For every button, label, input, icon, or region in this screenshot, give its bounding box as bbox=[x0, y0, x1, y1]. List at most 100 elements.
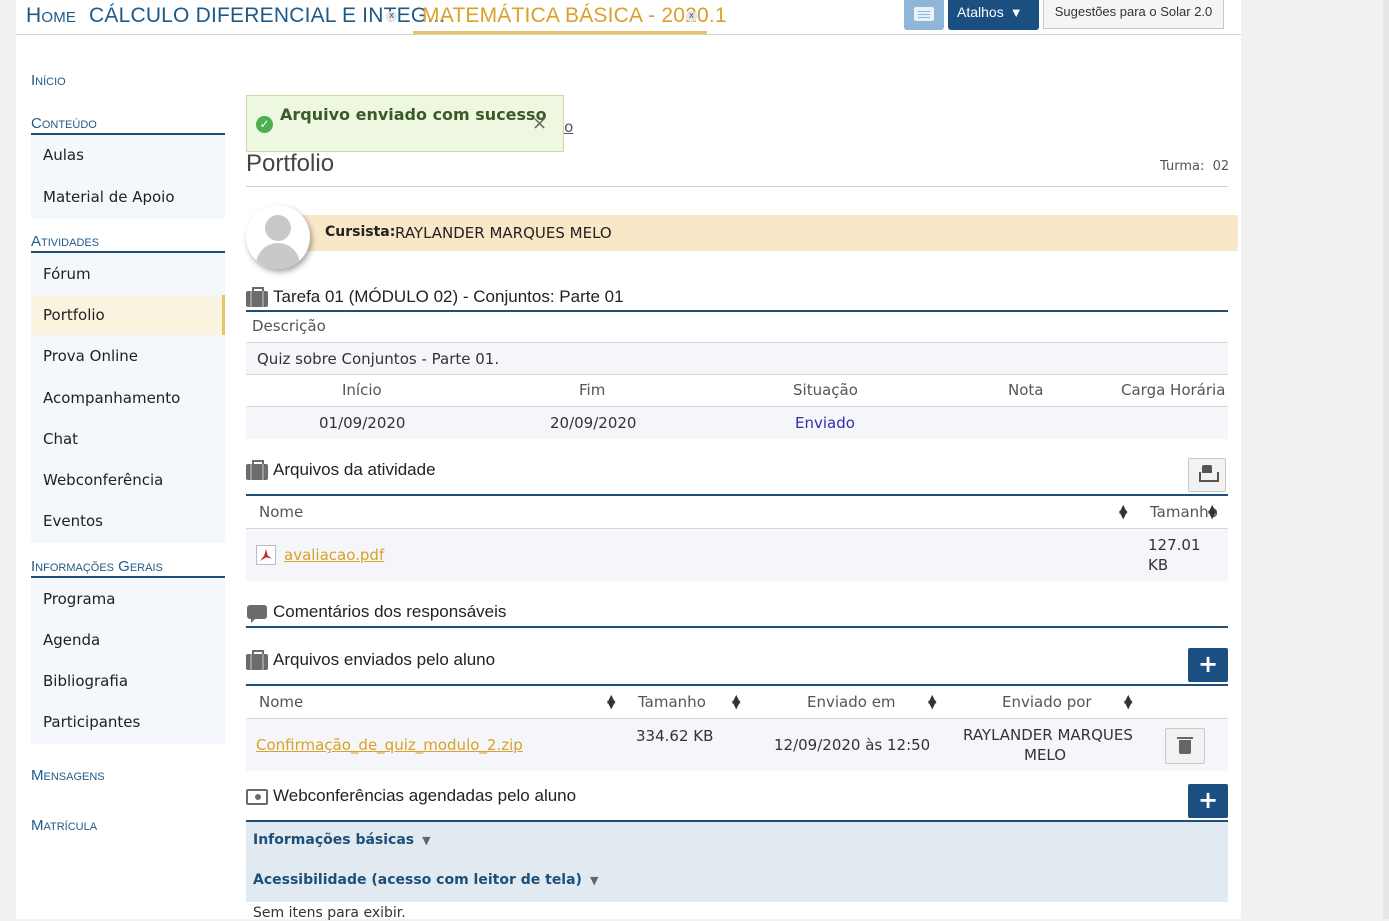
shortcuts-label: Atalhos bbox=[957, 4, 1004, 20]
sidebar-item-webconferencia[interactable]: Webconferência bbox=[31, 460, 225, 500]
success-toast: ✓ Arquivo enviado com sucesso × bbox=[246, 95, 564, 152]
section-rule bbox=[246, 494, 1228, 496]
sidebar-item-eventos[interactable]: Eventos bbox=[31, 501, 225, 541]
col-carga: Carga Horária bbox=[1121, 381, 1226, 399]
student-name: RAYLANDER MARQUES MELO bbox=[395, 224, 612, 242]
screen-icon bbox=[246, 789, 268, 805]
col-inicio: Início bbox=[342, 381, 382, 399]
top-tab-bar: Home CÁLCULO DIFERENCIAL E INTEG... x MA… bbox=[16, 0, 1241, 35]
desc-label: Descrição bbox=[252, 317, 326, 335]
turma-label: Turma: bbox=[1160, 159, 1205, 174]
nav-conteudo[interactable]: Conteúdo bbox=[31, 115, 97, 132]
right-margin bbox=[1241, 0, 1389, 919]
sidebar-item-programa[interactable]: Programa bbox=[31, 579, 225, 619]
caret-down-icon: ▼ bbox=[422, 834, 431, 847]
caret-down-icon: ▼ bbox=[589, 874, 599, 887]
sort-icon[interactable]: ▲ ▼ bbox=[1208, 503, 1216, 520]
close-icon[interactable]: x bbox=[686, 11, 697, 22]
plus-icon: + bbox=[1197, 650, 1219, 678]
add-file-button[interactable]: + bbox=[1188, 648, 1228, 682]
sort-icon[interactable]: ▲ ▼ bbox=[1124, 693, 1132, 710]
sidebar-item-chat[interactable]: Chat bbox=[31, 419, 225, 459]
sidebar-item-portfolio[interactable]: Portfolio bbox=[31, 295, 225, 335]
col-nome[interactable]: Nome bbox=[259, 503, 303, 521]
sort-icon[interactable]: ▲ ▼ bbox=[1119, 503, 1127, 520]
turma-value: 02 bbox=[1212, 159, 1230, 174]
briefcase-icon bbox=[246, 460, 268, 480]
status-badge: Enviado bbox=[795, 414, 855, 432]
student-bar: Cursista: RAYLANDER MARQUES MELO bbox=[300, 215, 1238, 251]
nav-inicio[interactable]: Início bbox=[31, 72, 66, 89]
student-files-title: Arquivos enviados pelo aluno bbox=[273, 650, 496, 669]
sidebar-item-bibliografia[interactable]: Bibliografia bbox=[31, 661, 225, 701]
comment-icon bbox=[247, 605, 267, 623]
task-title: Tarefa 01 (MÓDULO 02) - Conjuntos: Parte… bbox=[273, 287, 624, 306]
turma-info: Turma: 02 bbox=[1160, 159, 1229, 174]
plus-icon: + bbox=[1197, 786, 1219, 814]
section-rule bbox=[246, 684, 1228, 686]
add-webconf-button[interactable]: + bbox=[1188, 784, 1228, 818]
sort-icon[interactable]: ▲ ▼ bbox=[607, 693, 615, 710]
briefcase-icon bbox=[246, 650, 268, 670]
sidebar-item-prova-online[interactable]: Prova Online bbox=[31, 336, 225, 376]
tab-matematica-active[interactable]: MATEMÁTICA BÁSICA - 2020.1 bbox=[422, 4, 727, 28]
col-situacao: Situação bbox=[793, 381, 858, 399]
sidebar-item-forum[interactable]: Fórum bbox=[31, 254, 225, 294]
suggestions-button[interactable]: Sugestões para o Solar 2.0 bbox=[1043, 0, 1224, 29]
delete-file-button[interactable] bbox=[1165, 728, 1205, 764]
task-fim: 20/09/2020 bbox=[550, 414, 637, 432]
col-enviado-por[interactable]: Enviado por bbox=[1002, 693, 1092, 711]
accordion-basic-label: Informações básicas bbox=[253, 832, 415, 848]
col-tamanho[interactable]: Tamanho bbox=[638, 693, 706, 711]
sidebar-item-agenda[interactable]: Agenda bbox=[31, 620, 225, 660]
success-icon: ✓ bbox=[256, 116, 273, 133]
nav-atividades[interactable]: Atividades bbox=[31, 233, 99, 250]
chat-button[interactable] bbox=[904, 0, 944, 30]
nav-informacoes-gerais[interactable]: Informações Gerais bbox=[31, 558, 163, 575]
active-tab-indicator bbox=[413, 31, 707, 34]
col-nota: Nota bbox=[1008, 381, 1044, 399]
sort-icon[interactable]: ▲ ▼ bbox=[732, 693, 740, 710]
accordion-access-label: Acessibilidade (acesso com leitor de tel… bbox=[253, 872, 582, 888]
student-label: Cursista: bbox=[325, 224, 396, 240]
activity-files-title: Arquivos da atividade bbox=[273, 460, 436, 479]
avatar-icon bbox=[246, 205, 310, 269]
sidebar-item-participantes[interactable]: Participantes bbox=[31, 702, 225, 742]
col-nome[interactable]: Nome bbox=[259, 693, 303, 711]
scrollbar-track[interactable] bbox=[1383, 0, 1389, 919]
file-size: 127.01 bbox=[1148, 536, 1201, 554]
task-inicio: 01/09/2020 bbox=[319, 414, 406, 432]
file-size-unit: KB bbox=[1148, 556, 1169, 574]
file-link-avaliacao[interactable]: avaliacao.pdf bbox=[284, 546, 384, 564]
page-title: Portfolio bbox=[246, 150, 335, 177]
accordion-basic-info[interactable]: Informações básicas ▼ bbox=[253, 832, 431, 848]
accordion-accessibility[interactable]: Acessibilidade (acesso com leitor de tel… bbox=[253, 872, 598, 888]
file-link-confirmacao[interactable]: Confirmação_de_quiz_modulo_2.zip bbox=[256, 736, 523, 754]
download-all-button[interactable] bbox=[1188, 458, 1226, 492]
sent-at: 12/09/2020 às 12:50 bbox=[774, 736, 931, 754]
task-description: Quiz sobre Conjuntos - Parte 01. bbox=[257, 350, 500, 368]
trash-icon bbox=[1177, 737, 1193, 739]
sidebar-item-acompanhamento[interactable]: Acompanhamento bbox=[31, 378, 225, 418]
sent-by-line2: MELO bbox=[1024, 746, 1067, 764]
chat-icon bbox=[914, 7, 934, 21]
shortcuts-button[interactable]: Atalhos ▼ bbox=[948, 0, 1039, 30]
file-size: 334.62 KB bbox=[636, 727, 714, 745]
nav-matricula[interactable]: Matrícula bbox=[31, 817, 97, 834]
sent-by: RAYLANDER MARQUES bbox=[963, 726, 1133, 744]
sidebar-item-aulas[interactable]: Aulas bbox=[31, 135, 225, 175]
webconf-title: Webconferências agendadas pelo aluno bbox=[273, 786, 577, 805]
nav-mensagens[interactable]: Mensagens bbox=[31, 767, 105, 784]
close-icon[interactable]: x bbox=[386, 11, 397, 22]
section-rule bbox=[246, 310, 1228, 312]
pdf-icon bbox=[256, 545, 276, 565]
sort-icon[interactable]: ▲ ▼ bbox=[928, 693, 936, 710]
row-divider bbox=[246, 374, 1228, 375]
comments-title: Comentários dos responsáveis bbox=[273, 602, 507, 621]
col-enviado-em[interactable]: Enviado em bbox=[807, 693, 896, 711]
section-rule bbox=[246, 626, 1228, 628]
toast-message: Arquivo enviado com sucesso bbox=[280, 105, 547, 124]
sidebar-item-material[interactable]: Material de Apoio bbox=[31, 177, 225, 217]
tab-home[interactable]: Home bbox=[26, 4, 76, 28]
close-icon[interactable]: × bbox=[532, 113, 547, 134]
